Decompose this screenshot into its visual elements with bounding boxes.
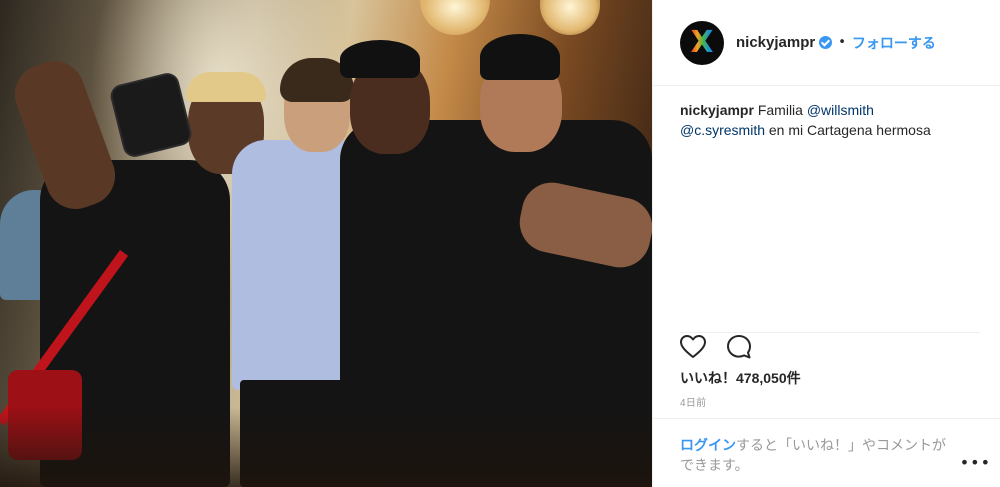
floor-shadow [0,407,652,487]
username[interactable]: nickyjampr [736,34,815,51]
more-options-icon[interactable]: ••• [960,453,991,472]
caption-username[interactable]: nickyjampr [680,102,754,118]
likes-count[interactable]: いいね！478,050件 [680,368,801,388]
caption-text: en mi Cartagena hermosa [765,122,931,138]
login-link[interactable]: ログイン [680,437,736,453]
avatar[interactable]: X [680,20,724,65]
follow-button[interactable]: フォローする [852,33,936,53]
post-sidebar: X nickyjampr • フォローする nickyjampr Familia… [652,0,1000,487]
post-timestamp[interactable]: 4日前 [680,394,706,409]
x-logo-icon: X [690,24,714,60]
person-4-cap [480,34,560,80]
comment-bubble-icon [727,335,751,359]
mention-link[interactable]: @c.syresmith [680,122,765,138]
login-prompt: ログインすると「いいね！」やコメントができます。 [680,435,950,475]
like-button[interactable] [679,333,707,361]
mention-link[interactable]: @willsmith [807,102,874,118]
verified-badge-icon [819,36,833,49]
action-icons [679,333,753,361]
post-photo[interactable] [0,0,652,487]
login-footer: ログインすると「いいね！」やコメントができます。 ••• [653,418,1000,487]
person-1-hair [186,72,266,102]
person-3-cap [340,40,420,78]
caption-text: Familia [753,102,807,118]
ceiling-lamp [420,0,490,35]
ceiling-lamp [540,0,600,35]
post-caption: nickyjampr Familia @willsmith @c.syresmi… [680,100,980,140]
heart-icon [680,335,706,358]
post-header: X nickyjampr • フォローする [653,0,1000,86]
comment-button[interactable] [725,333,753,361]
separator-dot: • [838,35,846,50]
